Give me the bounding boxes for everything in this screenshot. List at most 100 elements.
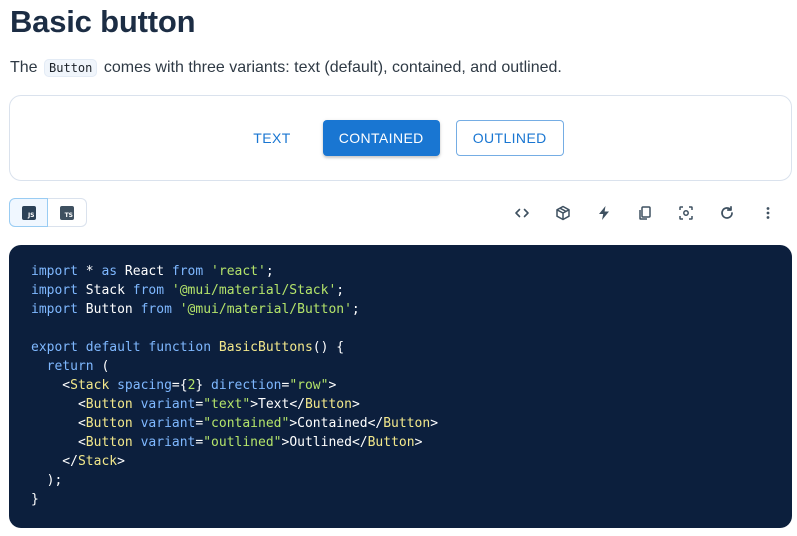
code-token: Button (367, 435, 415, 450)
code-token: direction (211, 378, 282, 393)
code-token: from (132, 283, 165, 298)
code-token: < (31, 397, 86, 412)
code-token: > (117, 454, 125, 469)
reset-icon (721, 205, 733, 219)
outlined-variant-button[interactable]: OUTLINED (455, 120, 564, 156)
code-token: < (31, 416, 86, 431)
code-token: import (31, 302, 78, 317)
code-token: variant (140, 416, 196, 431)
reset-demo-button[interactable] (708, 198, 746, 227)
code-token: 'react' (211, 264, 266, 279)
code-token: > (351, 397, 360, 412)
code-token: ; (265, 264, 274, 279)
code-token: > (414, 435, 423, 450)
code-token: * (77, 264, 102, 279)
code-line: import * as React from 'react'; (31, 262, 770, 281)
code-token: </ (31, 454, 78, 469)
inline-code-button: Button (44, 59, 98, 77)
code-token: export (31, 340, 78, 355)
contained-variant-button[interactable]: CONTAINED (322, 120, 440, 156)
code-token: from (171, 264, 204, 279)
code-token: "contained" (203, 416, 290, 431)
code-token: function (148, 340, 212, 355)
code-token: "text" (203, 397, 251, 412)
code-token: Button (383, 416, 431, 431)
code-token: variant (140, 435, 196, 450)
code-token: < (31, 378, 71, 393)
code-token: ( (93, 359, 110, 374)
code-line: ); (31, 471, 770, 490)
code-line: <Button variant="contained">Contained</B… (31, 414, 770, 433)
code-token: "outlined" (203, 435, 282, 450)
code-token: "row" (289, 378, 329, 393)
typescript-toggle-button[interactable]: TS (48, 198, 87, 227)
javascript-icon: JS (21, 205, 36, 220)
code-token: '@mui/material/Button' (179, 302, 352, 317)
code-token: > (430, 416, 439, 431)
more-options-button[interactable] (749, 198, 787, 227)
code-token: Button (85, 435, 133, 450)
text-variant-button[interactable]: TEXT (237, 120, 306, 156)
code-line: <Button variant="outlined">Outlined</But… (31, 433, 770, 452)
code-token: variant (140, 397, 196, 412)
code-token: Button (85, 397, 133, 412)
code-token: BasicButtons (218, 340, 313, 355)
stackblitz-button[interactable] (585, 198, 623, 227)
code-token: ; (336, 283, 345, 298)
copy-button[interactable] (626, 198, 664, 227)
show-code-button[interactable] (503, 198, 541, 227)
code-token: < (31, 435, 86, 450)
code-token: import (31, 264, 78, 279)
code-line: } (31, 490, 770, 509)
code-token: Stack (77, 454, 118, 469)
code-token: React (117, 264, 172, 279)
javascript-toggle-button[interactable]: JS (9, 198, 48, 227)
codesandbox-icon (556, 205, 570, 220)
code-token: } (31, 492, 39, 507)
code-block[interactable]: import * as React from 'react'; import St… (9, 245, 792, 528)
code-line: import Stack from '@mui/material/Stack'; (31, 281, 770, 300)
code-icon (515, 208, 529, 217)
demo-preview: TEXT CONTAINED OUTLINED (9, 95, 792, 181)
typescript-icon: TS (60, 205, 74, 220)
code-token: ={ (171, 378, 188, 393)
more-vert-icon (766, 206, 770, 219)
code-token: return (46, 359, 94, 374)
code-token: Stack (70, 378, 110, 393)
page-title: Basic button (10, 4, 196, 39)
focus-icon (679, 205, 693, 220)
page-description: The Button comes with three variants: te… (10, 59, 562, 77)
code-token: Button (85, 416, 133, 431)
code-token: import (31, 283, 78, 298)
code-line: export default function BasicButtons() { (31, 338, 770, 357)
code-line: <Button variant="text">Text</Button> (31, 395, 770, 414)
description-text-before: The (10, 59, 38, 76)
code-token: '@mui/material/Stack' (171, 283, 337, 298)
codesandbox-button[interactable] (544, 198, 582, 227)
code-line: return ( (31, 357, 770, 376)
reset-focus-button[interactable] (667, 198, 705, 227)
code-token: from (140, 302, 172, 317)
code-token: () { (312, 340, 345, 355)
code-token: >Text</ (250, 397, 305, 412)
code-token: ); (31, 473, 63, 488)
code-token: >Contained</ (289, 416, 384, 431)
code-token: Button (77, 302, 141, 317)
code-token: Stack (77, 283, 133, 298)
code-token: >Outlined</ (281, 435, 368, 450)
code-token: as (101, 264, 118, 279)
code-line: <Stack spacing={2} direction="row"> (31, 376, 770, 395)
code-token: > (328, 378, 337, 393)
code-token: spacing (117, 378, 172, 393)
demo-toolbar (503, 198, 787, 227)
